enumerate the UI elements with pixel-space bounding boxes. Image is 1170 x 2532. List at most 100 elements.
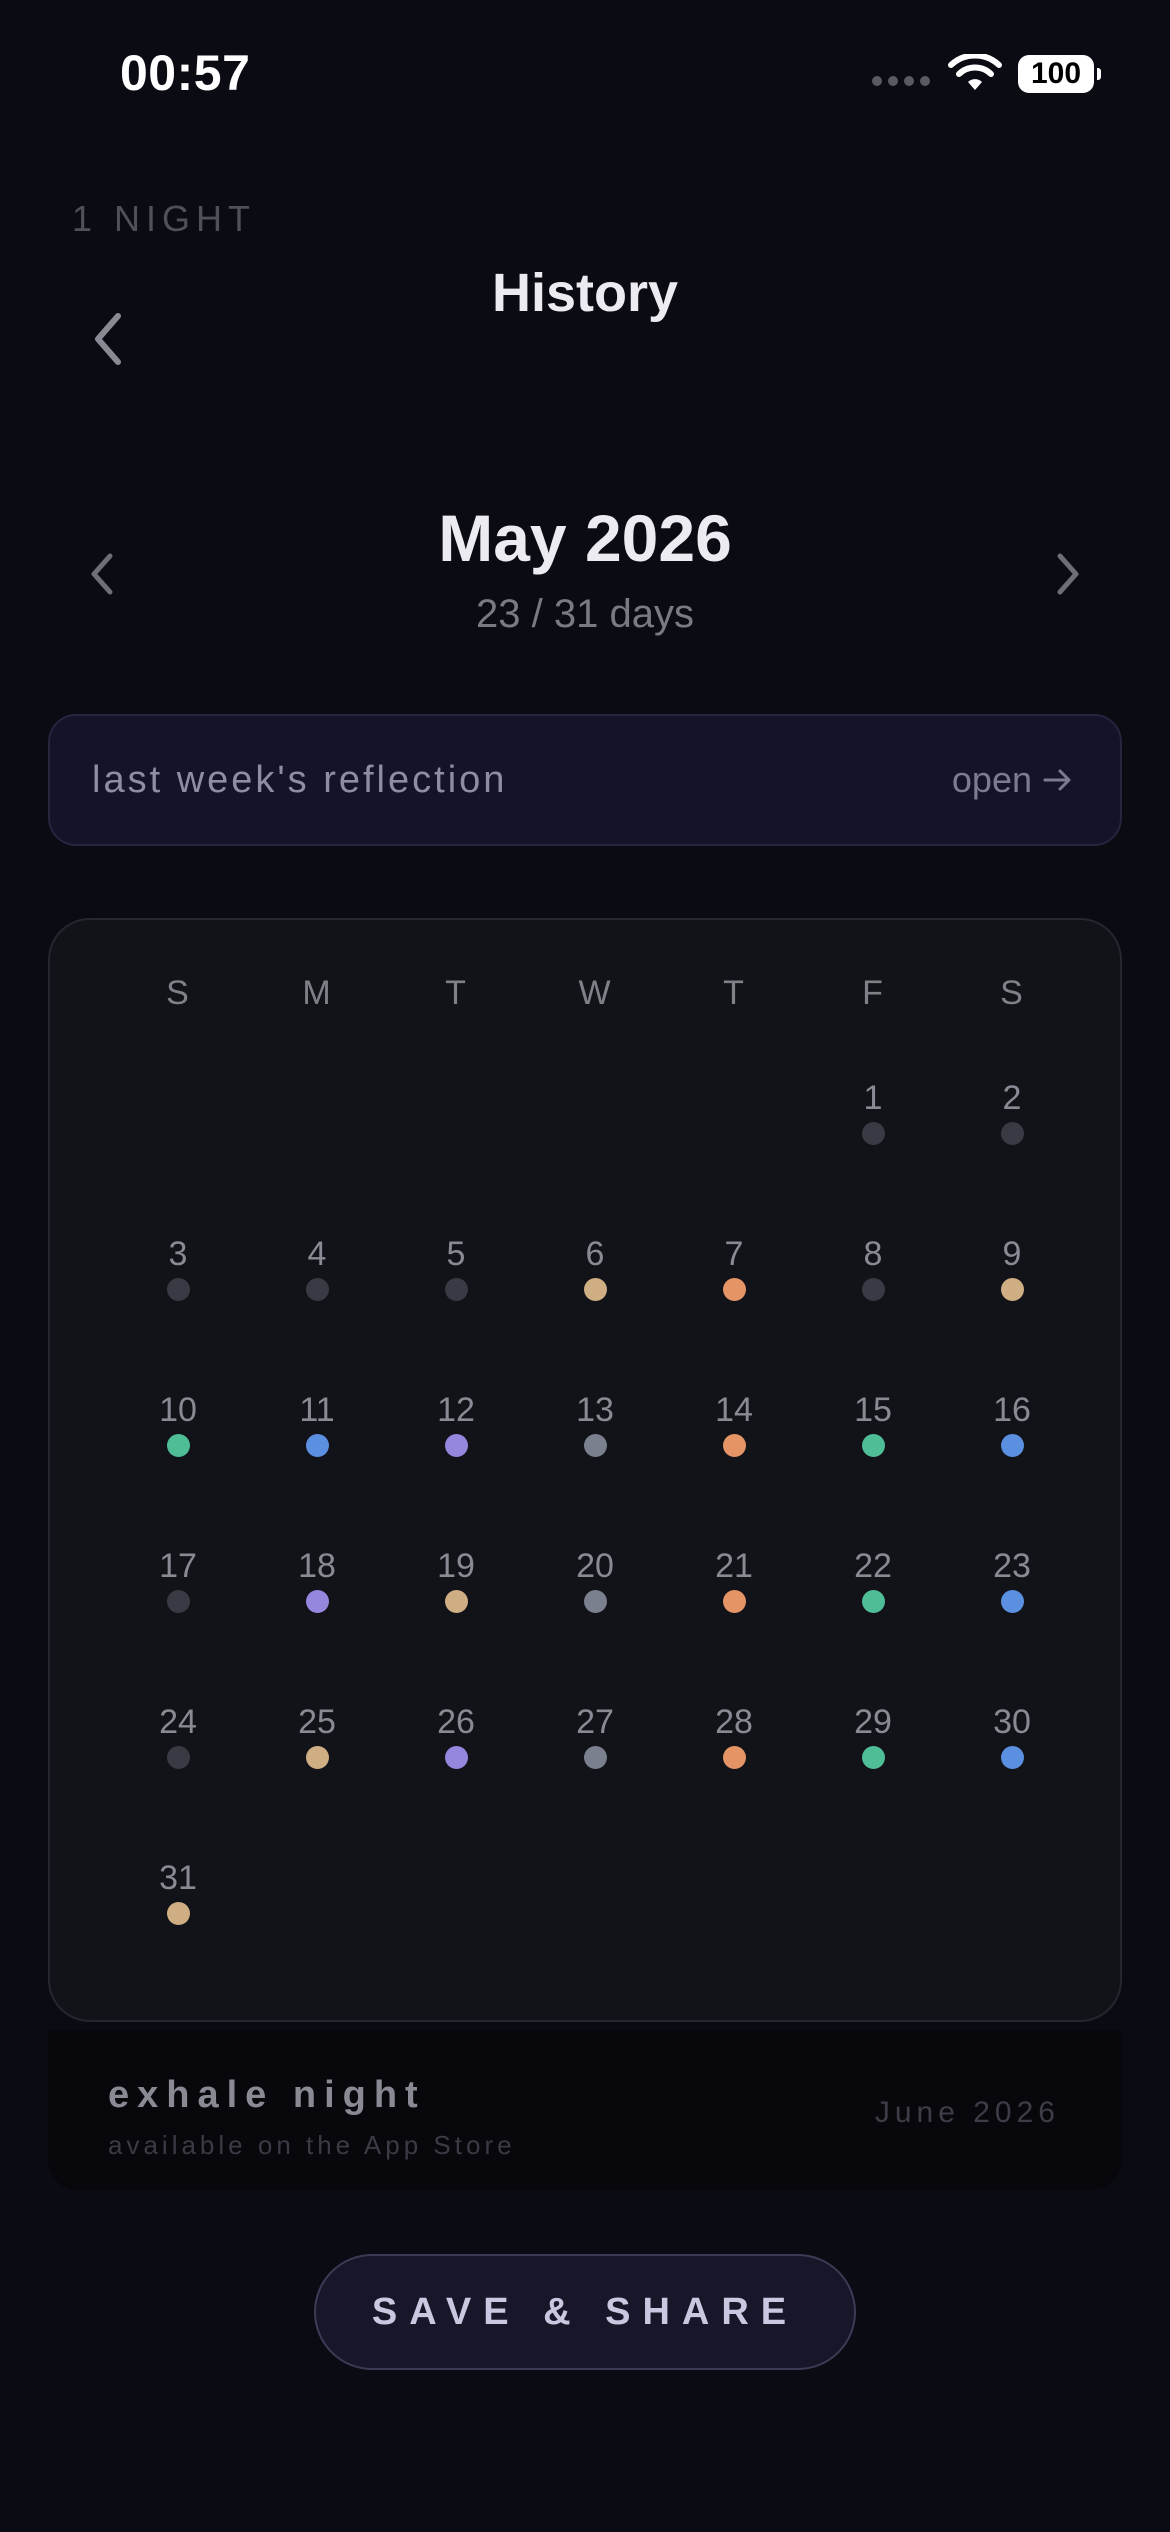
app-promo-card: exhale night available on the App Store … xyxy=(48,2030,1122,2190)
page-title: History xyxy=(491,263,679,323)
day-number: 11 xyxy=(299,1391,335,1429)
mood-dot xyxy=(444,1590,468,1613)
calendar-day[interactable]: 25 xyxy=(257,1702,377,1812)
day-number: 27 xyxy=(576,1703,614,1741)
status-indicators: 100 xyxy=(872,54,1101,94)
calendar-day[interactable]: 14 xyxy=(674,1390,794,1500)
calendar-day[interactable]: 30 xyxy=(952,1702,1072,1812)
chevron-right-icon[interactable] xyxy=(1048,546,1088,602)
calendar-day[interactable]: 2 xyxy=(952,1078,1072,1188)
mood-dot xyxy=(444,1278,468,1301)
mood-dot xyxy=(166,1434,190,1457)
day-number: 14 xyxy=(715,1391,753,1429)
promo-date: June 2026 xyxy=(874,2096,1060,2129)
mood-dot xyxy=(861,1746,885,1769)
day-number: 10 xyxy=(159,1391,197,1429)
calendar-day[interactable]: 15 xyxy=(813,1390,933,1500)
calendar-day[interactable]: 7 xyxy=(674,1234,794,1344)
mood-dot xyxy=(861,1122,885,1145)
day-number: 15 xyxy=(854,1391,892,1429)
day-number: 17 xyxy=(159,1547,197,1585)
save-share-button[interactable]: SAVE & SHARE xyxy=(314,2254,856,2370)
mood-dot xyxy=(583,1746,607,1769)
calendar-day[interactable]: 24 xyxy=(118,1702,238,1812)
reflection-open-link[interactable]: open xyxy=(952,759,1074,801)
day-number: 1 xyxy=(863,1079,883,1117)
mood-dot xyxy=(861,1590,885,1613)
day-number: 2 xyxy=(1002,1079,1022,1117)
mood-dot xyxy=(1000,1434,1024,1457)
day-number: 13 xyxy=(576,1391,614,1429)
mood-dot xyxy=(1000,1122,1024,1145)
day-number: 19 xyxy=(437,1547,475,1585)
calendar-day[interactable]: 20 xyxy=(535,1546,655,1656)
day-number: 18 xyxy=(298,1547,336,1585)
cellular-signal-icon xyxy=(872,76,930,86)
status-time: 00:57 xyxy=(120,45,251,101)
weekday-label: T xyxy=(445,974,466,1012)
day-number: 21 xyxy=(715,1547,753,1585)
mood-dot xyxy=(444,1434,468,1457)
mood-dot xyxy=(722,1434,746,1457)
mood-dot xyxy=(305,1278,329,1301)
mood-dot xyxy=(861,1434,885,1457)
day-number: 9 xyxy=(1002,1235,1022,1273)
calendar-day[interactable]: 19 xyxy=(396,1546,516,1656)
calendar-day[interactable]: 8 xyxy=(813,1234,933,1344)
mood-dot xyxy=(166,1278,190,1301)
day-number: 31 xyxy=(159,1859,197,1897)
day-number: 28 xyxy=(715,1703,753,1741)
history-screen: 00:57 100 1 NIGHT History May 2026 23 / … xyxy=(0,0,1170,2532)
calendar-day[interactable]: 12 xyxy=(396,1390,516,1500)
calendar-day[interactable]: 17 xyxy=(118,1546,238,1656)
calendar-day[interactable]: 21 xyxy=(674,1546,794,1656)
calendar-day[interactable]: 6 xyxy=(535,1234,655,1344)
mood-dot xyxy=(305,1746,329,1769)
day-number: 7 xyxy=(724,1235,744,1273)
calendar-day[interactable]: 5 xyxy=(396,1234,516,1344)
mood-dot xyxy=(583,1278,607,1301)
calendar-day[interactable]: 26 xyxy=(396,1702,516,1812)
calendar-day[interactable]: 28 xyxy=(674,1702,794,1812)
calendar-day[interactable]: 11 xyxy=(257,1390,377,1500)
weekday-header: SMTWTFS xyxy=(108,974,1081,1013)
mood-dot xyxy=(444,1746,468,1769)
calendar-day[interactable]: 9 xyxy=(952,1234,1072,1344)
calendar-day[interactable]: 1 xyxy=(813,1078,933,1188)
day-number: 6 xyxy=(585,1235,605,1273)
weekday-label: F xyxy=(862,974,883,1012)
day-number: 24 xyxy=(159,1703,197,1741)
weekly-reflection-card[interactable]: last week's reflection open xyxy=(48,714,1122,846)
day-number: 16 xyxy=(993,1391,1031,1429)
calendar-day[interactable]: 22 xyxy=(813,1546,933,1656)
mood-dot xyxy=(861,1278,885,1301)
battery-level: 100 xyxy=(1030,57,1082,90)
mood-dot xyxy=(166,1902,190,1925)
calendar-day[interactable]: 29 xyxy=(813,1702,933,1812)
promo-subtitle: available on the App Store xyxy=(108,2130,516,2160)
day-number: 12 xyxy=(437,1391,475,1429)
day-number: 3 xyxy=(168,1235,188,1273)
calendar-grid: SMTWTFS 1 2 3 4 5 6 7 8 9 10 11 12 13 14 15 16 17 18 19 20 2… xyxy=(48,918,1122,2022)
mood-dot xyxy=(1000,1590,1024,1613)
calendar-day[interactable]: 3 xyxy=(118,1234,238,1344)
mood-dot xyxy=(583,1590,607,1613)
weekday-label: S xyxy=(1000,974,1023,1012)
calendar-day[interactable]: 4 xyxy=(257,1234,377,1344)
calendar-day[interactable]: 18 xyxy=(257,1546,377,1656)
calendar-day[interactable]: 16 xyxy=(952,1390,1072,1500)
calendar-day[interactable]: 31 xyxy=(118,1858,238,1968)
calendar-day[interactable]: 27 xyxy=(535,1702,655,1812)
calendar-day[interactable]: 23 xyxy=(952,1546,1072,1656)
day-number: 22 xyxy=(854,1547,892,1585)
mood-dot xyxy=(583,1434,607,1457)
day-number: 4 xyxy=(307,1235,327,1273)
day-number: 30 xyxy=(993,1703,1031,1741)
calendar-day[interactable]: 10 xyxy=(118,1390,238,1500)
day-number: 20 xyxy=(576,1547,614,1585)
mood-dot xyxy=(1000,1746,1024,1769)
calendar-day[interactable]: 13 xyxy=(535,1390,655,1500)
battery-icon: 100 xyxy=(1018,55,1101,93)
night-count-label: 1 NIGHT xyxy=(72,198,257,239)
arrow-right-icon xyxy=(1043,769,1071,791)
